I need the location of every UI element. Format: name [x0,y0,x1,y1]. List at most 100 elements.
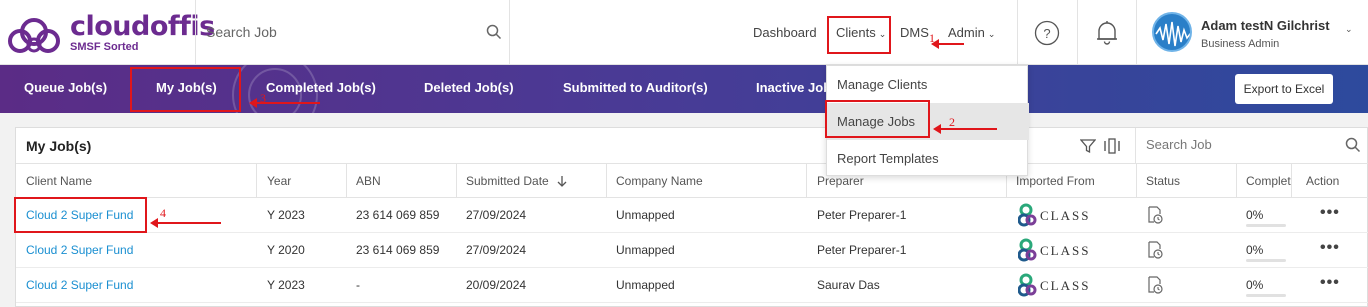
panel-search-input[interactable]: Search Job [1135,128,1368,163]
column-divider[interactable] [806,164,807,198]
table-row: Cloud 2 Super Fund Y 2020 23 614 069 859… [16,233,1368,268]
imported-from-label: CLASS [1040,278,1091,293]
progress-bar [1246,259,1286,262]
annotation-box-client-name [14,197,147,233]
company-name-cell: Unmapped [616,208,675,222]
header-search-input[interactable]: Search Job [206,24,277,40]
complete-percent: 0% [1246,278,1264,292]
nav-admin[interactable]: Admin ⌄ [948,25,995,40]
brand-tagline: SMSF Sorted [70,41,139,53]
menu-item-manage-clients[interactable]: Manage Clients [827,66,1029,103]
column-divider[interactable] [256,164,257,198]
year-cell: Y 2023 [267,208,305,222]
tab-queue-jobs[interactable]: Queue Job(s) [24,80,107,95]
progress-bar [1246,224,1286,227]
year-cell: Y 2020 [267,243,305,257]
preparer-cell: Peter Preparer-1 [817,208,907,222]
submitted-date-cell: 27/09/2024 [466,208,527,222]
column-company-name[interactable]: Company Name [616,174,703,188]
table-header-row: Client Name Year ABN Submitted Date Comp… [16,164,1368,198]
annotation-box-clients [827,16,891,54]
abn-cell: 23 614 069 859 [356,208,440,222]
annotation-number: 4 [160,206,166,220]
column-divider[interactable] [606,164,607,198]
client-name-link[interactable]: Cloud 2 Super Fund [26,243,133,257]
search-icon[interactable] [486,24,502,40]
column-submitted-date-label: Submitted Date [466,174,549,188]
annotation-number: 2 [949,115,955,129]
imported-from-cell: CLASS [1017,203,1088,227]
more-icon[interactable]: ••• [1320,239,1340,257]
chevron-down-icon: ⌄ [987,29,996,39]
nav-dashboard[interactable]: Dashboard [753,25,817,40]
column-divider[interactable] [456,164,457,198]
cloud-logo-icon [8,18,60,53]
company-name-cell: Unmapped [616,278,675,292]
nav-dms[interactable]: DMS [900,25,929,40]
header-divider [509,0,510,65]
more-icon[interactable]: ••• [1320,274,1340,292]
status-clock-icon[interactable] [1146,241,1164,259]
annotation-number: 3 [260,91,266,105]
tab-deleted-jobs[interactable]: Deleted Job(s) [424,80,514,95]
column-submitted-date[interactable]: Submitted Date [466,174,568,188]
tab-submitted-to-auditor[interactable]: Submitted to Auditor(s) [563,80,708,95]
brand-logo[interactable]: cloudoffis SMSF Sorted [8,12,215,54]
column-divider[interactable] [1291,164,1292,198]
imported-from-cell: CLASS [1017,273,1088,297]
header-divider [1017,0,1018,65]
annotation-box-my-jobs [130,67,241,112]
panel-search-placeholder: Search Job [1146,137,1212,152]
client-name-link[interactable]: Cloud 2 Super Fund [26,278,133,292]
table-row: Cloud 2 Super Fund Y 2023 - 20/09/2024 U… [16,268,1368,303]
column-abn[interactable]: ABN [356,174,381,188]
header-divider [1077,0,1078,65]
complete-percent: 0% [1246,243,1264,257]
bell-icon[interactable] [1095,20,1119,46]
panel-title: My Job(s) [26,138,92,154]
submitted-date-cell: 20/09/2024 [466,278,527,292]
column-complete[interactable]: Complet [1246,174,1291,188]
annotation-number: 1 [929,31,935,45]
year-cell: Y 2023 [267,278,305,292]
class-logo-icon [1017,238,1037,262]
company-name-cell: Unmapped [616,243,675,257]
export-to-excel-button[interactable]: Export to Excel [1235,74,1333,104]
column-action: Action [1306,174,1340,188]
abn-cell: - [356,278,360,292]
menu-item-report-templates[interactable]: Report Templates [827,140,1029,177]
sort-down-icon[interactable] [556,175,568,187]
tab-completed-jobs[interactable]: Completed Job(s) [266,80,376,95]
preparer-cell: Peter Preparer-1 [817,243,907,257]
chevron-down-icon[interactable]: ⌄ [1345,24,1353,35]
status-clock-icon[interactable] [1146,276,1164,294]
avatar-waveform-icon [1155,21,1190,47]
top-header: cloudoffis SMSF Sorted Search Job Dashbo… [0,0,1368,65]
progress-bar [1246,294,1286,297]
annotation-box-manage-jobs [825,100,930,138]
tab-inactive-jobs[interactable]: Inactive Job [756,80,831,95]
svg-text:?: ? [1043,26,1050,41]
column-year[interactable]: Year [267,174,291,188]
column-divider[interactable] [1236,164,1237,198]
class-logo-icon [1017,273,1037,297]
annotation-arrow [931,39,964,49]
preparer-cell: Saurav Das [817,278,880,292]
brand-name: cloudoffis [70,11,215,42]
more-icon[interactable]: ••• [1320,204,1340,222]
status-clock-icon[interactable] [1146,206,1164,224]
search-icon[interactable] [1345,137,1361,153]
user-name[interactable]: Adam testN Gilchrist [1201,18,1330,33]
column-status[interactable]: Status [1146,174,1180,188]
column-client-name[interactable]: Client Name [26,174,92,188]
avatar[interactable] [1152,12,1192,52]
columns-icon[interactable] [1103,138,1121,154]
column-divider[interactable] [1136,164,1137,198]
column-divider[interactable] [346,164,347,198]
imported-from-label: CLASS [1040,208,1091,223]
my-jobs-panel: My Job(s) Search Job Client Name Year AB… [15,127,1368,307]
imported-from-label: CLASS [1040,243,1091,258]
user-role: Business Admin [1201,38,1280,50]
filter-icon[interactable] [1080,138,1096,154]
help-icon[interactable]: ? [1034,20,1060,46]
